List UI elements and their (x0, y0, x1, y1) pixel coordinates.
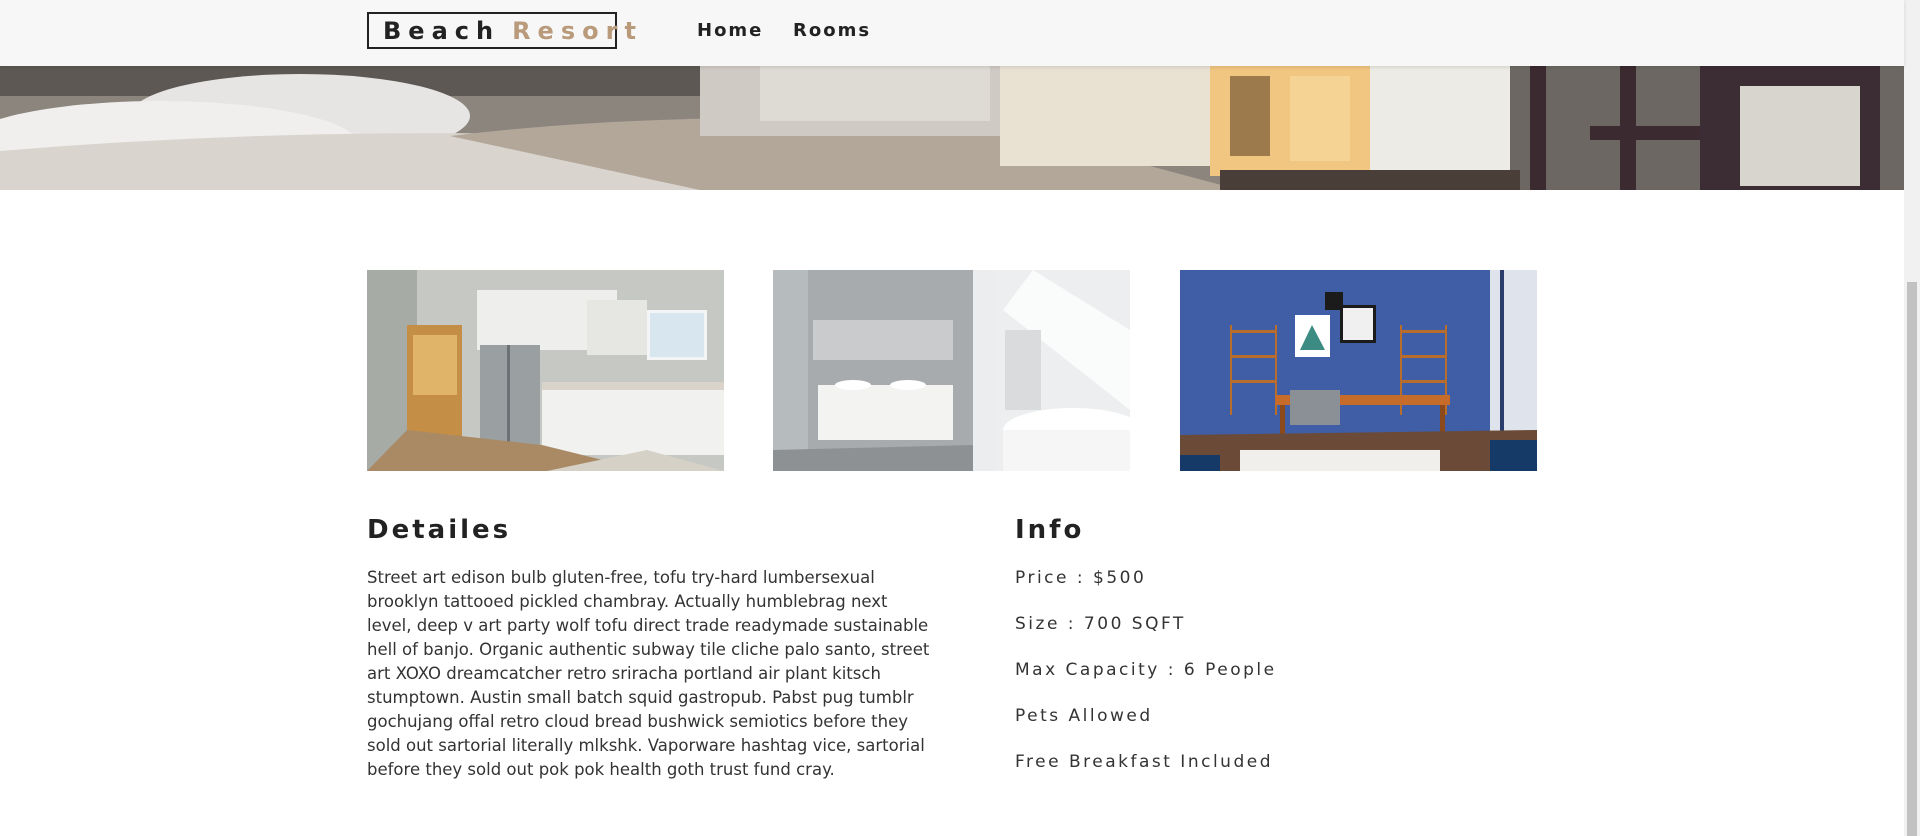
room-image-bathroom (773, 270, 1130, 471)
vertical-scrollbar[interactable] (1904, 0, 1920, 836)
info-capacity: Max Capacity : 6 People (1015, 660, 1277, 680)
info-breakfast: Free Breakfast Included (1015, 752, 1273, 772)
nav-link-rooms[interactable]: Rooms (793, 20, 871, 41)
navbar: Beach Resort Home Rooms (0, 0, 1904, 66)
logo-word-beach: Beach (383, 16, 501, 45)
room-image-living-room (1180, 270, 1537, 471)
nav-link-home[interactable]: Home (697, 20, 763, 41)
details-heading: Detailes (367, 515, 512, 545)
details-description: Street art edison bulb gluten-free, tofu… (367, 568, 930, 779)
scrollbar-thumb[interactable] (1907, 282, 1917, 836)
info-size: Size : 700 SQFT (1015, 614, 1186, 634)
info-price: Price : $500 (1015, 568, 1147, 588)
logo[interactable]: Beach Resort (367, 12, 636, 49)
hero-banner-image (0, 66, 1904, 190)
logo-word-resort: Resort (512, 16, 643, 45)
info-pets: Pets Allowed (1015, 706, 1153, 726)
room-image-kitchen (367, 270, 724, 471)
info-heading: Info (1015, 515, 1085, 545)
